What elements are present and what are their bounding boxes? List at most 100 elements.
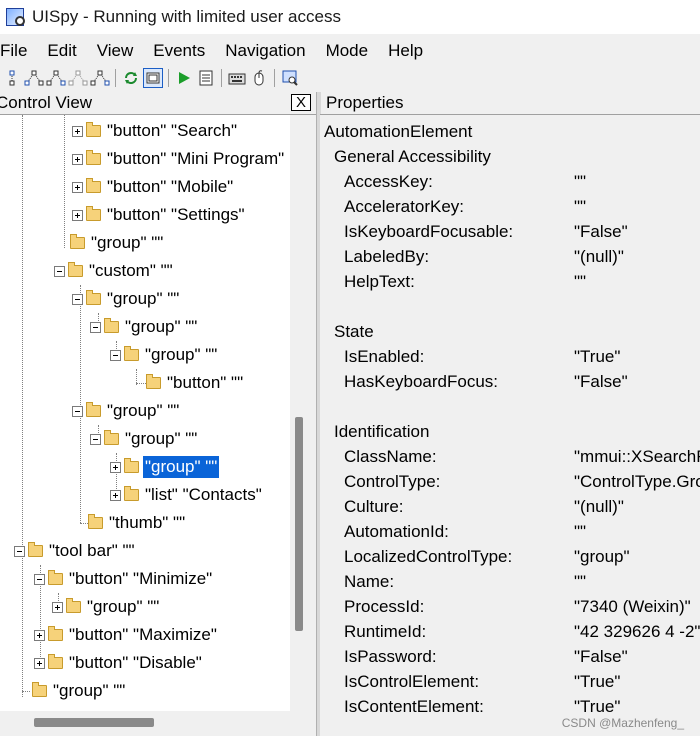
control-tree[interactable]: "button" "Search" "button" "Mini Program… xyxy=(0,115,290,711)
folder-icon xyxy=(124,486,139,501)
expand-toggle[interactable] xyxy=(110,489,121,501)
tree-line xyxy=(136,383,146,384)
properties-header: Properties xyxy=(320,92,700,115)
tree-node[interactable]: "group" "" xyxy=(72,285,181,313)
tree-node-selected[interactable]: "group" "" xyxy=(110,453,220,481)
property-value: "" xyxy=(574,522,587,541)
tree-node[interactable]: "group" "" xyxy=(90,313,199,341)
run-icon[interactable] xyxy=(174,68,194,88)
tree-node-label: "group" "" xyxy=(53,681,126,700)
property-name: HelpText: xyxy=(344,272,415,291)
expand-toggle[interactable] xyxy=(34,657,45,669)
tree-node[interactable]: "button" "Mobile" xyxy=(72,173,235,201)
collapse-toggle[interactable] xyxy=(72,293,83,305)
expand-toggle[interactable] xyxy=(34,629,45,641)
menu-events[interactable]: Events xyxy=(143,41,215,61)
show-first-child-icon[interactable] xyxy=(24,68,44,88)
refresh-icon[interactable] xyxy=(121,68,141,88)
menu-help[interactable]: Help xyxy=(378,41,433,61)
collapse-toggle[interactable] xyxy=(14,545,25,557)
menu-view[interactable]: View xyxy=(87,41,144,61)
property-name: HasKeyboardFocus: xyxy=(344,372,499,391)
tree-node[interactable]: "group" "" xyxy=(70,229,165,257)
folder-icon xyxy=(146,374,161,389)
tree-vertical-scrollbar[interactable] xyxy=(290,115,306,711)
expand-toggle[interactable] xyxy=(72,181,83,193)
property-name: Culture: xyxy=(344,497,404,516)
property-name: RuntimeId: xyxy=(344,622,427,641)
menu-edit[interactable]: Edit xyxy=(37,41,86,61)
expand-toggle[interactable] xyxy=(72,125,83,137)
tree-node[interactable]: "button" "Maximize" xyxy=(34,621,219,649)
expand-toggle[interactable] xyxy=(52,601,63,613)
menu-navigation[interactable]: Navigation xyxy=(215,41,315,61)
expand-toggle[interactable] xyxy=(72,209,83,221)
property-row: Culture: "(null)" xyxy=(320,494,700,519)
property-name: AcceleratorKey: xyxy=(344,197,464,216)
tree-node[interactable]: "group" "" xyxy=(32,677,127,705)
property-name: LocalizedControlType: xyxy=(344,547,513,566)
property-row: IsControlElement: "True" xyxy=(320,669,700,694)
tree-node[interactable]: "group" "" xyxy=(52,593,161,621)
menu-file[interactable]: File xyxy=(0,41,37,61)
property-value: "42 329626 4 -2" xyxy=(574,622,700,641)
show-parent-icon[interactable] xyxy=(2,68,22,88)
folder-icon xyxy=(48,654,63,669)
properties-icon[interactable] xyxy=(196,68,216,88)
tree-node[interactable]: "group" "" xyxy=(90,425,199,453)
collapse-toggle[interactable] xyxy=(90,433,101,445)
focus-tracking-icon[interactable] xyxy=(143,68,163,88)
tree-node-label: "custom" "" xyxy=(89,261,173,280)
tree-horizontal-scrollbar[interactable] xyxy=(0,711,306,733)
scroll-thumb[interactable] xyxy=(34,718,154,727)
show-prev-sibling-icon[interactable] xyxy=(68,68,88,88)
tree-node[interactable]: "list" "Contacts" xyxy=(110,481,264,509)
property-value: "mmui::XSearchField" xyxy=(574,447,700,466)
tree-node[interactable]: "group" "" xyxy=(72,397,181,425)
tree-node[interactable]: "button" "Disable" xyxy=(34,649,204,677)
property-value: "(null)" xyxy=(574,247,624,266)
tree-node[interactable]: "group" "" xyxy=(110,341,219,369)
tree-node[interactable]: "tool bar" "" xyxy=(14,537,137,565)
collapse-toggle[interactable] xyxy=(54,265,65,277)
property-row: ProcessId: "7340 (Weixin)" xyxy=(320,594,700,619)
tree-node[interactable]: "button" "Search" xyxy=(72,117,239,145)
close-pane-button[interactable]: X xyxy=(291,94,311,111)
tree-node-label: "button" "Mobile" xyxy=(107,177,234,196)
menu-mode[interactable]: Mode xyxy=(316,41,379,61)
tree-node-label: "group" "" xyxy=(91,233,164,252)
tree-node[interactable]: "button" "Settings" xyxy=(72,201,247,229)
expand-toggle[interactable] xyxy=(110,461,121,473)
tree-node-label: "button" "Mini Program" xyxy=(107,149,285,168)
property-row: HelpText: "" xyxy=(320,269,700,294)
uispy-app-icon xyxy=(6,8,25,26)
show-next-sibling-icon[interactable] xyxy=(46,68,66,88)
properties-panel: AutomationElement General Accessibility … xyxy=(320,115,700,736)
tree-line xyxy=(22,115,23,697)
section-title: State xyxy=(334,322,374,341)
property-name: LabeledBy: xyxy=(344,247,430,266)
tree-node[interactable]: "button" "Mini Program" xyxy=(72,145,286,173)
tree-line xyxy=(22,691,30,692)
tree-node[interactable]: "button" "Minimize" xyxy=(34,565,214,593)
tree-node[interactable]: "custom" "" xyxy=(54,257,175,285)
property-row: IsEnabled: "True" xyxy=(320,344,700,369)
watermark: CSDN @Mazhenfeng_ xyxy=(561,716,684,730)
collapse-toggle[interactable] xyxy=(110,349,121,361)
screenshot-icon[interactable] xyxy=(280,68,300,88)
collapse-toggle[interactable] xyxy=(34,573,45,585)
show-last-child-icon[interactable] xyxy=(90,68,110,88)
folder-icon xyxy=(66,598,81,613)
expand-toggle[interactable] xyxy=(72,153,83,165)
folder-icon xyxy=(124,346,139,361)
tree-node[interactable]: "thumb" "" xyxy=(88,509,187,537)
mouse-icon[interactable] xyxy=(249,68,269,88)
collapse-toggle[interactable] xyxy=(90,321,101,333)
collapse-toggle[interactable] xyxy=(72,405,83,417)
keyboard-icon[interactable] xyxy=(227,68,247,88)
scroll-thumb[interactable] xyxy=(295,417,303,631)
tree-node-label: "button" "Maximize" xyxy=(69,625,217,644)
tree-node-label: "button" "Disable" xyxy=(69,653,202,672)
tree-node[interactable]: "button" "" xyxy=(146,369,245,397)
property-name: IsContentElement: xyxy=(344,697,484,716)
